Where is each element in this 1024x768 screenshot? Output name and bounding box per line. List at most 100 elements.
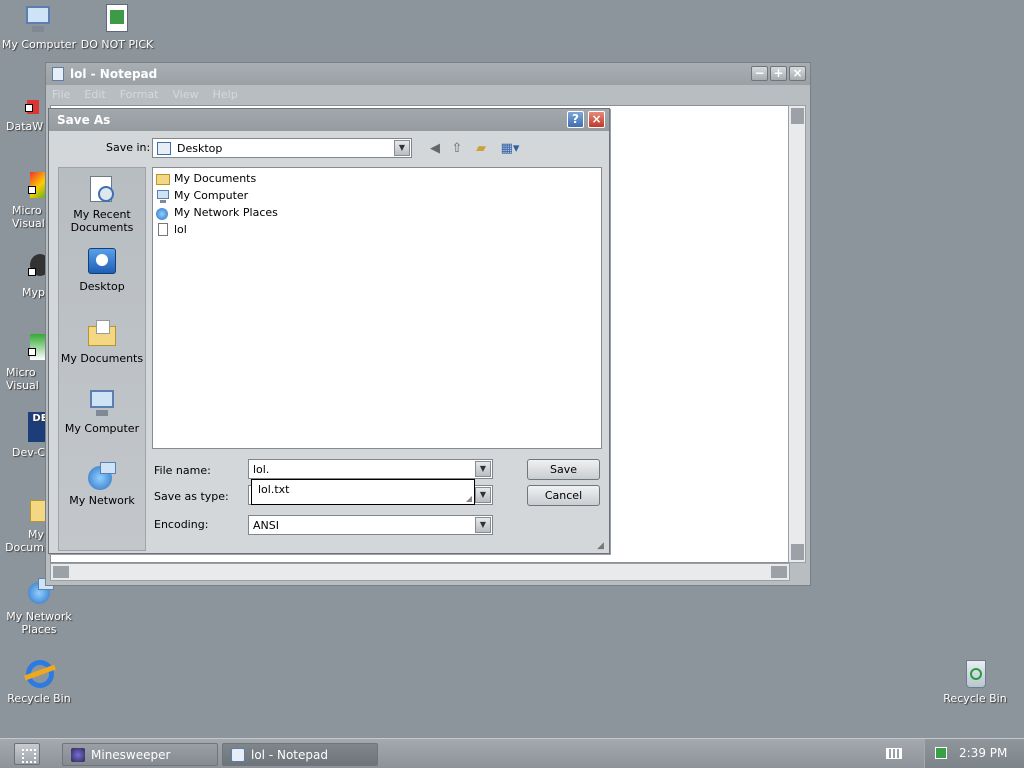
clock[interactable]: 2:39 PM [959, 746, 1007, 760]
close-button[interactable]: × [789, 66, 806, 81]
taskbar: Minesweeper lol - Notepad 2:39 PM [0, 738, 1024, 768]
back-icon[interactable]: ◀ [426, 140, 444, 158]
desktop-icon-my-computer[interactable]: My Computer [0, 4, 78, 51]
save-as-titlebar[interactable]: Save As [49, 109, 609, 131]
desktop-icon-myp[interactable]: Myp [0, 252, 46, 299]
place-label: My Documents [60, 352, 144, 365]
desktop-icon-internet-explorer[interactable]: Recycle Bin [0, 658, 78, 705]
autocomplete-popup: lol.txt ◢ [251, 479, 475, 505]
network-icon [155, 206, 171, 220]
scroll-down-arrow[interactable] [791, 544, 804, 560]
encoding-dropdown[interactable]: ANSI ▼ [248, 515, 493, 535]
desktop-icon-do-not-pick[interactable]: DO NOT PICK [78, 4, 156, 62]
place-desktop[interactable]: Desktop [59, 246, 145, 293]
chevron-down-icon[interactable]: ▼ [475, 461, 491, 477]
new-folder-icon[interactable]: ▰ [472, 140, 490, 158]
picture-file-icon [100, 4, 134, 36]
scroll-left-arrow[interactable] [53, 566, 69, 578]
system-tray: 2:39 PM [924, 739, 1024, 768]
internet-explorer-icon [22, 658, 56, 690]
task-notepad[interactable]: lol - Notepad [222, 743, 378, 766]
resize-grip-icon[interactable]: ◢ [466, 494, 472, 503]
list-item[interactable]: My Documents [153, 170, 601, 187]
place-label: My Recent Documents [70, 208, 134, 234]
computer-icon [22, 4, 56, 36]
place-my-documents[interactable]: My Documents [59, 318, 145, 365]
minimize-button[interactable]: − [751, 66, 768, 81]
visual-basic-icon [6, 332, 46, 364]
menu-view[interactable]: View [173, 88, 199, 101]
vertical-scrollbar[interactable] [788, 105, 806, 563]
place-label: My Computer [64, 422, 140, 435]
file-name-input[interactable]: lol. ▼ [248, 459, 493, 479]
save-in-label: Save in: [106, 141, 151, 154]
desktop-icon-micro-visual-2[interactable]: Micro Visual [0, 332, 46, 392]
place-label: Desktop [79, 280, 125, 293]
place-label: My Network [69, 494, 135, 507]
text-file-icon [155, 222, 171, 237]
file-name-value: lol. [253, 462, 270, 476]
folder-icon [86, 318, 118, 350]
minesweeper-icon [71, 747, 85, 762]
desktop-icon-dataw[interactable]: DataW [0, 86, 44, 133]
shortcut-icon [5, 86, 39, 118]
list-item[interactable]: My Network Places [153, 204, 601, 221]
desktop-icon-micro-visual-1[interactable]: Micro Visual [0, 170, 46, 230]
dialog-close-button[interactable]: × [588, 111, 605, 128]
resize-grip-icon[interactable]: ◢ [597, 541, 607, 551]
file-list[interactable]: My Documents My Computer My Network Plac… [152, 167, 602, 449]
save-as-title: Save As [57, 113, 111, 127]
save-button[interactable]: Save [527, 459, 600, 480]
place-my-recent-documents[interactable]: My Recent Documents [59, 174, 145, 234]
view-menu-icon[interactable]: ▦▾ [498, 140, 522, 158]
menu-help[interactable]: Help [213, 88, 238, 101]
notepad-titlebar[interactable]: lol - Notepad [46, 63, 810, 85]
place-my-computer[interactable]: My Computer [59, 388, 145, 435]
encoding-label: Encoding: [154, 518, 209, 531]
list-item[interactable]: My Computer [153, 187, 601, 204]
save-in-dropdown[interactable]: Desktop ▼ [152, 138, 412, 158]
scroll-right-arrow[interactable] [771, 566, 787, 578]
list-item[interactable]: lol [153, 221, 601, 238]
keyboard-icon[interactable] [886, 748, 902, 759]
computer-icon [155, 189, 171, 203]
notepad-icon [52, 67, 64, 81]
cancel-button[interactable]: Cancel [527, 485, 600, 506]
help-button[interactable]: ? [567, 111, 584, 128]
desktop-small-icon [157, 141, 171, 155]
up-folder-icon[interactable]: ⇧ [448, 140, 466, 158]
task-minesweeper[interactable]: Minesweeper [62, 743, 218, 766]
network-tray-icon[interactable] [935, 747, 947, 759]
desktop-icon-recycle-bin[interactable]: Recycle Bin [936, 658, 1014, 705]
file-name-label: File name: [154, 464, 211, 477]
desktop-icon-my-documents[interactable]: My Docum [0, 494, 46, 554]
chevron-down-icon[interactable]: ▼ [475, 487, 491, 503]
network-icon [86, 460, 118, 492]
menu-edit[interactable]: Edit [84, 88, 105, 101]
shortcut-icon [6, 252, 46, 284]
notepad-title: lol - Notepad [70, 67, 158, 81]
notepad-icon [231, 747, 245, 762]
menu-file[interactable]: File [52, 88, 70, 101]
place-my-network[interactable]: My Network [59, 460, 145, 507]
places-bar: My Recent Documents Desktop My Documents… [58, 167, 146, 551]
start-button[interactable] [14, 743, 40, 765]
folder-icon [155, 172, 171, 186]
encoding-value: ANSI [253, 518, 279, 532]
menu-format[interactable]: Format [120, 88, 159, 101]
horizontal-scrollbar[interactable] [50, 563, 790, 581]
desktop-icon [86, 246, 118, 278]
scroll-up-arrow[interactable] [791, 108, 804, 124]
computer-icon [86, 388, 118, 420]
folder-icon [6, 494, 46, 526]
save-as-dialog: Save As ? × Save in: Desktop ▼ ◀ ⇧ ▰ ▦▾ … [48, 108, 610, 554]
save-as-type-label: Save as type: [154, 490, 229, 503]
maximize-button[interactable]: + [770, 66, 787, 81]
notepad-menubar: File Edit Format View Help [46, 85, 810, 103]
dev-cpp-icon: DE [6, 412, 46, 444]
autocomplete-suggestion[interactable]: lol.txt [258, 483, 289, 496]
visual-studio-icon [6, 170, 46, 202]
chevron-down-icon[interactable]: ▼ [475, 517, 491, 533]
chevron-down-icon[interactable]: ▼ [394, 140, 410, 156]
desktop-icon-dev-c[interactable]: DE Dev-C [0, 412, 46, 459]
